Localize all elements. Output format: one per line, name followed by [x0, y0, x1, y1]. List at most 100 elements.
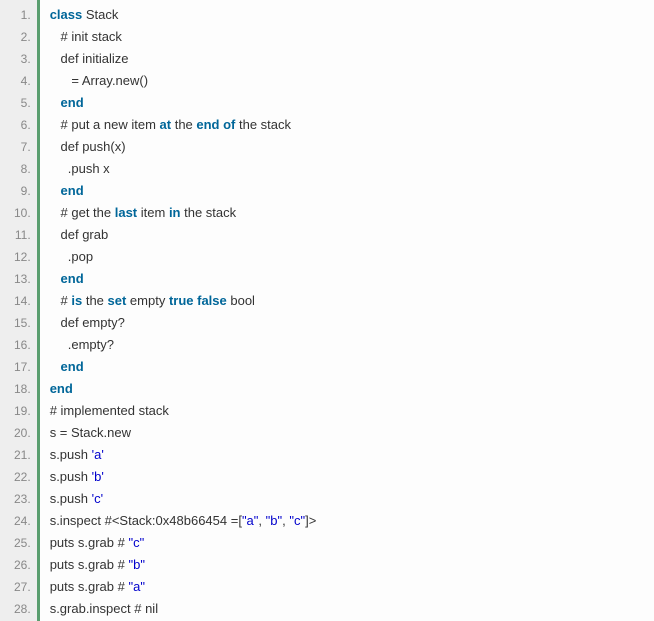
code-line: class Stack	[50, 4, 654, 26]
code-token: end	[61, 359, 84, 374]
line-number: 5.	[14, 92, 31, 114]
line-number: 27.	[14, 576, 31, 598]
code-token: puts s.grab #	[50, 579, 129, 594]
code-token: = Array.new()	[50, 73, 148, 88]
code-line: # get the last item in the stack	[50, 202, 654, 224]
line-number: 10.	[14, 202, 31, 224]
code-token: the	[171, 117, 196, 132]
code-token: .push x	[50, 161, 110, 176]
line-number: 4.	[14, 70, 31, 92]
code-token: class	[50, 7, 83, 22]
line-number: 11.	[14, 224, 31, 246]
code-line: s.push 'c'	[50, 488, 654, 510]
code-line: # put a new item at the end of the stack	[50, 114, 654, 136]
code-token: s = Stack.new	[50, 425, 131, 440]
code-token: 'c'	[92, 491, 103, 506]
code-token: s.push	[50, 469, 92, 484]
code-token: item	[137, 205, 169, 220]
code-token: 'b'	[92, 469, 104, 484]
code-token: s.push	[50, 447, 92, 462]
line-number-gutter: 1.2.3.4.5.6.7.8.9.10.11.12.13.14.15.16.1…	[0, 0, 37, 621]
code-token: set	[108, 293, 127, 308]
code-token: # implemented stack	[50, 403, 169, 418]
code-line: puts s.grab # "a"	[50, 576, 654, 598]
code-token	[50, 183, 61, 198]
code-token: .empty?	[50, 337, 114, 352]
code-token: ,	[258, 513, 265, 528]
line-number: 20.	[14, 422, 31, 444]
code-token: s.push	[50, 491, 92, 506]
code-token: # init stack	[50, 29, 122, 44]
code-token: is	[71, 293, 82, 308]
code-block: 1.2.3.4.5.6.7.8.9.10.11.12.13.14.15.16.1…	[0, 0, 654, 621]
code-line: end	[50, 92, 654, 114]
line-number: 24.	[14, 510, 31, 532]
line-number: 12.	[14, 246, 31, 268]
code-line: puts s.grab # "b"	[50, 554, 654, 576]
code-token: in	[169, 205, 181, 220]
code-token: def initialize	[50, 51, 129, 66]
code-line: end	[50, 378, 654, 400]
code-token: "b"	[266, 513, 282, 528]
code-token: "c"	[128, 535, 144, 550]
line-number: 15.	[14, 312, 31, 334]
code-line: # implemented stack	[50, 400, 654, 422]
code-token: "b"	[128, 557, 144, 572]
code-content: class Stack # init stack def initialize …	[37, 0, 654, 621]
code-token: "a"	[128, 579, 144, 594]
code-token	[50, 271, 61, 286]
code-token: end	[61, 95, 84, 110]
code-token: puts s.grab #	[50, 557, 129, 572]
code-line: end	[50, 356, 654, 378]
code-token: end	[50, 381, 73, 396]
code-token: def grab	[50, 227, 109, 242]
code-line: def push(x)	[50, 136, 654, 158]
line-number: 22.	[14, 466, 31, 488]
code-token: "a"	[242, 513, 258, 528]
code-token: # get the	[50, 205, 115, 220]
code-token: .pop	[50, 249, 93, 264]
line-number: 13.	[14, 268, 31, 290]
line-number: 7.	[14, 136, 31, 158]
code-token	[50, 359, 61, 374]
line-number: 21.	[14, 444, 31, 466]
line-number: 25.	[14, 532, 31, 554]
code-token: #	[50, 293, 72, 308]
code-line: s.push 'b'	[50, 466, 654, 488]
code-line: end	[50, 268, 654, 290]
code-token: 'a'	[92, 447, 104, 462]
code-line: end	[50, 180, 654, 202]
code-token: ]>	[305, 513, 316, 528]
code-line: def initialize	[50, 48, 654, 70]
line-number: 9.	[14, 180, 31, 202]
code-token: the stack	[235, 117, 291, 132]
code-line: .push x	[50, 158, 654, 180]
code-token: "c"	[289, 513, 305, 528]
code-line: = Array.new()	[50, 70, 654, 92]
line-number: 8.	[14, 158, 31, 180]
line-number: 23.	[14, 488, 31, 510]
code-token: at	[160, 117, 172, 132]
line-number: 3.	[14, 48, 31, 70]
code-token: the	[82, 293, 107, 308]
code-line: puts s.grab # "c"	[50, 532, 654, 554]
code-line: s.push 'a'	[50, 444, 654, 466]
line-number: 18.	[14, 378, 31, 400]
code-line: def grab	[50, 224, 654, 246]
line-number: 2.	[14, 26, 31, 48]
line-number: 16.	[14, 334, 31, 356]
code-line: .empty?	[50, 334, 654, 356]
code-token: s.grab.inspect # nil	[50, 601, 158, 616]
code-line: s.inspect #<Stack:0x48b66454 =["a", "b",…	[50, 510, 654, 532]
line-number: 26.	[14, 554, 31, 576]
line-number: 19.	[14, 400, 31, 422]
code-line: # is the set empty true false bool	[50, 290, 654, 312]
line-number: 1.	[14, 4, 31, 26]
code-token: def push(x)	[50, 139, 126, 154]
line-number: 28.	[14, 598, 31, 620]
code-token: end	[61, 271, 84, 286]
code-line: .pop	[50, 246, 654, 268]
code-line: s = Stack.new	[50, 422, 654, 444]
code-token: empty	[126, 293, 169, 308]
code-token: the stack	[181, 205, 237, 220]
